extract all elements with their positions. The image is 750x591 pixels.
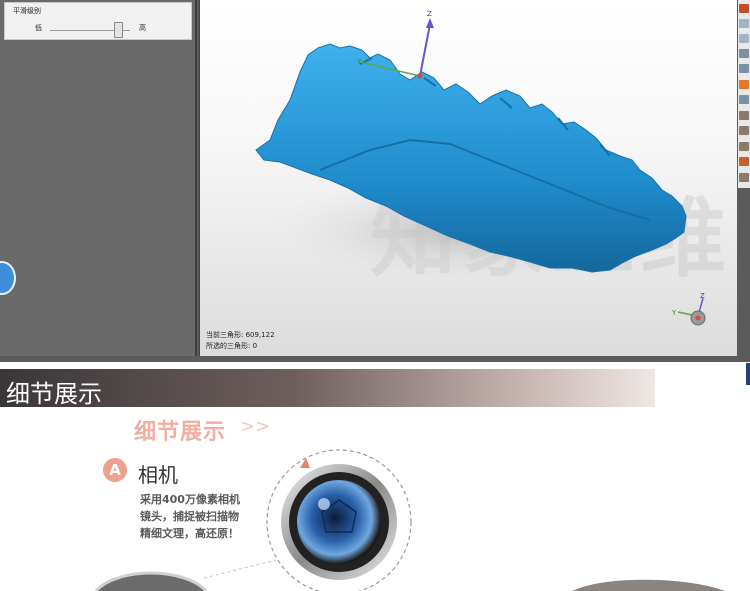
panel-collapse-handle[interactable] <box>0 261 16 295</box>
tool-icon[interactable] <box>739 64 749 73</box>
lens-glass <box>297 480 381 564</box>
origin-point <box>417 73 423 79</box>
smoothing-title: 平滑级别 <box>13 7 41 15</box>
z-axis-arrowhead <box>426 18 434 28</box>
z-axis-arrow <box>419 23 431 77</box>
camera-title: 相机 <box>138 463 178 487</box>
second-lens-partial <box>94 571 208 591</box>
tool-icon[interactable] <box>739 157 749 166</box>
slider-high-label: 高 <box>139 24 146 32</box>
gizmo-center <box>695 315 701 321</box>
3d-viewport[interactable]: 知象三维 Z Y <box>199 0 737 356</box>
scan-model-canvas: Z Y Z Y <box>255 10 706 326</box>
dashed-orbit <box>266 449 412 591</box>
lens-outer-ring <box>281 464 397 580</box>
view-icon[interactable] <box>739 34 749 43</box>
tool-icon[interactable] <box>739 95 749 104</box>
smoothing-panel: 平滑级别 低 高 <box>4 2 192 40</box>
camera-desc-line: 采用400万像素相机 <box>140 493 240 506</box>
badge-a: A <box>103 458 127 482</box>
tool-icon[interactable] <box>739 142 749 151</box>
section-title: 细节展示 <box>6 380 102 408</box>
selected-triangles: 所选的三角形: 0 <box>206 342 258 350</box>
tool-icon[interactable] <box>739 111 749 120</box>
tool-icon[interactable] <box>739 49 749 58</box>
select-icon[interactable] <box>739 80 749 89</box>
tool-icon[interactable] <box>739 126 749 135</box>
render-icon[interactable] <box>739 4 749 13</box>
smoothing-slider-thumb[interactable] <box>114 22 123 38</box>
tool-icon[interactable] <box>739 173 749 182</box>
orbit-arrow <box>300 458 310 468</box>
connector-line <box>203 559 277 579</box>
y-axis-label: Y <box>356 58 362 66</box>
section-header: 细节展示 <box>0 369 655 408</box>
scanner-device-partial <box>572 579 725 591</box>
z-axis-label: Z <box>427 10 432 18</box>
slider-low-label: 低 <box>35 24 42 32</box>
detail-logo: 细节展示 <box>134 420 227 445</box>
left-panel: 平滑级别 低 高 <box>0 0 197 356</box>
software-window: 平滑级别 低 高 知象三维 <box>0 0 750 362</box>
small-z-label: Z <box>700 292 705 300</box>
view-icon[interactable] <box>739 19 749 28</box>
camera-desc-line: 精细文理，高还原！ <box>140 527 239 540</box>
detail-arrows: >> <box>240 416 271 437</box>
small-y-label: Y <box>671 309 677 317</box>
lens-highlight <box>318 498 330 510</box>
lens-barrel <box>289 472 389 572</box>
aperture-blades <box>321 499 357 533</box>
window-bottom-edge <box>0 356 750 362</box>
blue-marker <box>746 363 750 385</box>
camera-desc-line: 镜头，捕捉被扫描物 <box>140 510 239 523</box>
right-toolbar <box>738 0 750 188</box>
current-triangles: 当前三角形: 609,122 <box>206 331 275 339</box>
